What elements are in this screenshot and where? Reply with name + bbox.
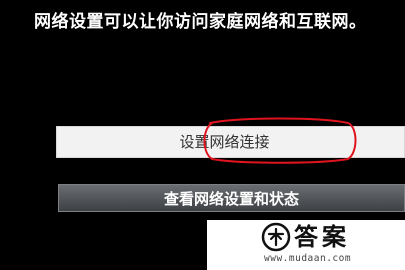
watermark-url-text: www.mudaan.com [264, 253, 352, 264]
watermark-logo-icon [261, 222, 291, 252]
view-network-status-label: 查看网络设置和状态 [163, 189, 299, 208]
watermark-brand-text: 答案 [294, 223, 350, 251]
setup-network-connection-button[interactable]: 设置网络连接 [56, 126, 405, 158]
setup-network-connection-label: 设置网络连接 [179, 132, 270, 151]
screen-description: 网络设置可以让你访问家庭网络和互联网。 [34, 12, 367, 32]
watermark: 答案 www.mudaan.com [207, 220, 405, 270]
view-network-status-button[interactable]: 查看网络设置和状态 [58, 184, 405, 212]
network-settings-screen: 网络设置可以让你访问家庭网络和互联网。 设置网络连接 查看网络设置和状态 答案 … [0, 0, 405, 270]
